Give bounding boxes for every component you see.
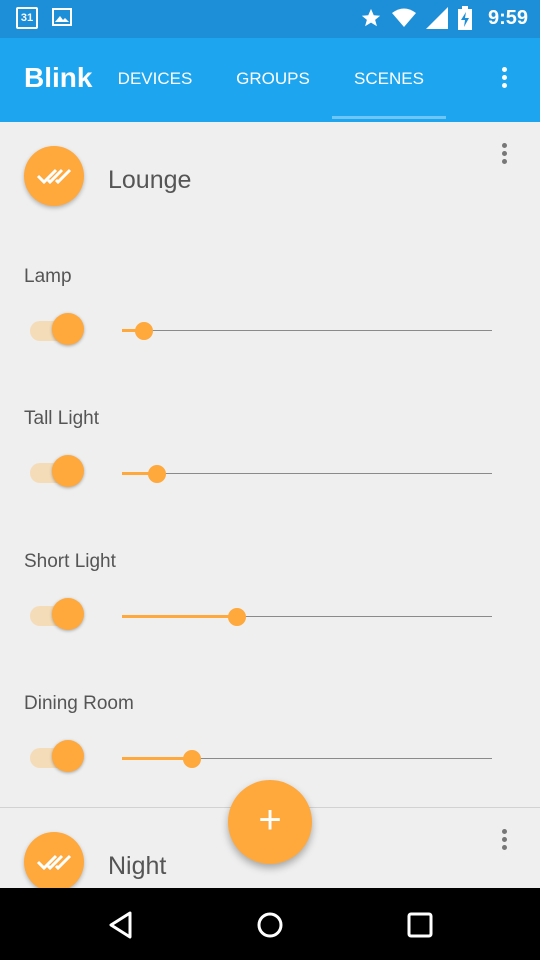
device-label-short-light: Short Light (24, 551, 116, 572)
star-icon (361, 8, 381, 27)
app-title: Blink (24, 62, 93, 93)
slider-thumb[interactable] (183, 750, 201, 768)
brightness-slider-lamp[interactable] (122, 320, 492, 342)
clock: 9:59 (487, 6, 528, 29)
signal-icon (425, 7, 448, 29)
home-icon[interactable] (255, 910, 285, 940)
device-switch-lamp[interactable] (28, 312, 86, 345)
tab-scenes[interactable]: SCENES (332, 69, 446, 89)
scene-check-icon[interactable] (24, 832, 84, 892)
scene-overflow-icon[interactable] (492, 826, 516, 856)
scene-check-icon[interactable] (24, 146, 84, 206)
tab-groups[interactable]: GROUPS (216, 69, 330, 89)
tab-indicator (332, 116, 446, 119)
brightness-slider-short-light[interactable] (122, 606, 492, 628)
device-label-dining-room: Dining Room (24, 693, 134, 714)
status-bar: 31 9:59 (0, 0, 540, 38)
back-icon[interactable] (106, 910, 136, 940)
recents-icon[interactable] (405, 910, 435, 940)
device-switch-short-light[interactable] (28, 597, 86, 630)
tab-devices[interactable]: DEVICES (98, 69, 212, 89)
scene-name: Lounge (108, 166, 192, 194)
calendar-icon: 31 (16, 7, 38, 29)
slider-thumb[interactable] (135, 322, 153, 340)
brightness-slider-dining-room[interactable] (122, 748, 492, 770)
device-switch-tall-light[interactable] (28, 454, 86, 487)
brightness-slider-tall-light[interactable] (122, 463, 492, 485)
wifi-icon (391, 8, 416, 27)
scene-card-lounge: Lounge Lamp Tall Light Short Light Dinin… (0, 122, 540, 808)
navigation-bar (0, 888, 540, 960)
slider-thumb[interactable] (148, 465, 166, 483)
slider-thumb[interactable] (228, 608, 246, 626)
scene-overflow-icon[interactable] (492, 140, 516, 170)
add-scene-button[interactable]: + (228, 780, 312, 864)
app-bar: Blink DEVICES GROUPS SCENES (0, 38, 540, 122)
device-label-tall-light: Tall Light (24, 408, 99, 429)
device-switch-dining-room[interactable] (28, 739, 86, 772)
image-icon (52, 8, 72, 26)
device-label-lamp: Lamp (24, 266, 72, 287)
overflow-menu-icon[interactable] (492, 64, 516, 94)
battery-charging-icon (457, 6, 472, 30)
scene-name: Night (108, 852, 167, 880)
